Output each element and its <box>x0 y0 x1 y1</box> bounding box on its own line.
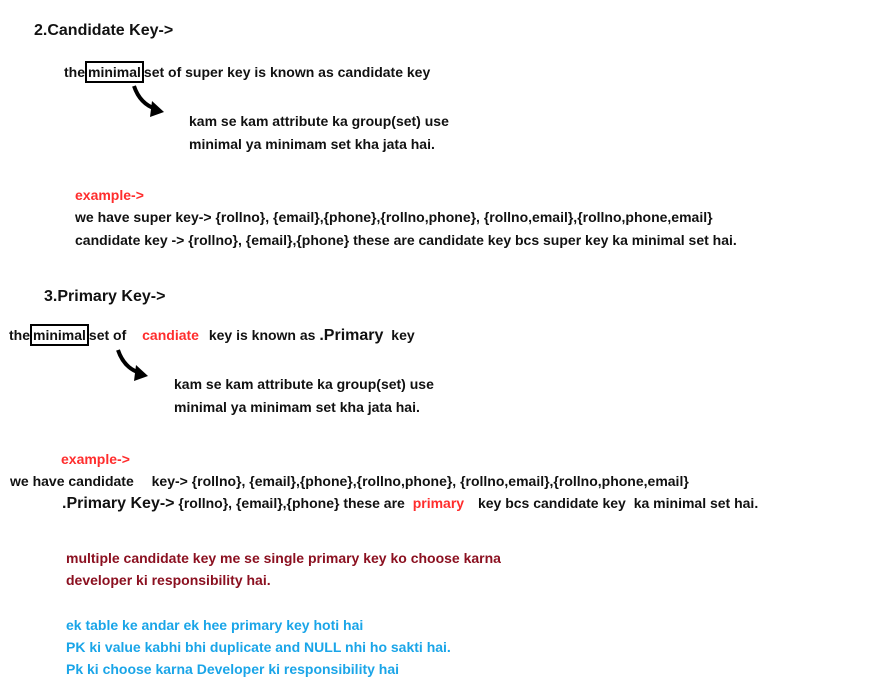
candidate-key-definition: the minimal set of super key is known as c… <box>64 61 430 83</box>
primary-key-definition: the minimal set of candiate key is known a… <box>9 324 415 346</box>
example-key-list: key-> {rollno}, {email},{phone},{rollno,… <box>151 473 689 489</box>
blue-note-line1: ek table ke andar ek hee primary key hot… <box>66 617 364 633</box>
blue-note-line3: Pk ki choose karna Developer ki responsi… <box>66 661 400 677</box>
primary-note-line1: kam se kam attribute ka group(set) use <box>174 376 434 392</box>
example-candidate-key: candidate key <box>533 495 626 511</box>
example-key-bcs: key bcs <box>477 495 530 511</box>
definition-prefix: the <box>64 64 85 80</box>
blue-note-line2: PK ki value kabhi bhi duplicate and NULL… <box>66 639 451 655</box>
definition-end: key <box>391 327 415 343</box>
primary-example-line1: we have candidate key-> {rollno}, {email… <box>10 472 689 490</box>
darkred-note-line2: developer ki responsibility hai. <box>66 572 271 588</box>
definition-primary-word: .Primary <box>319 327 384 344</box>
example-minimal-set: ka minimal set hai. <box>633 495 759 511</box>
candidate-example-line2: candidate key -> {rollno}, {email},{phon… <box>75 232 737 248</box>
curved-arrow-icon <box>116 349 148 381</box>
example-primary-key: .Primary Key-> <box>62 495 175 512</box>
definition-suffix: set of super key is known as candidate k… <box>143 64 431 80</box>
definition-mid: set of <box>88 327 127 343</box>
primary-note-line2: minimal ya minimam set kha jata hai. <box>174 399 420 415</box>
definition-prefix: the <box>9 327 30 343</box>
red-word-candiate: candiate <box>142 327 199 343</box>
example-candidate: candidate <box>68 473 134 489</box>
notes-page: 2.Candidate Key-> the minimal set of super… <box>0 0 877 687</box>
example-we-have: we have <box>10 473 65 489</box>
candidate-key-heading: 2.Candidate Key-> <box>34 22 174 39</box>
example-red-primary: primary <box>412 495 465 511</box>
candidate-note-line2: minimal ya minimam set kha jata hai. <box>189 136 435 152</box>
primary-example-label: example-> <box>61 451 130 467</box>
definition-after: key is known as <box>208 327 316 343</box>
boxed-word-minimal: minimal <box>30 324 89 346</box>
boxed-word-minimal: minimal <box>85 61 144 83</box>
curved-arrow-icon <box>132 85 164 117</box>
candidate-example-label: example-> <box>75 187 144 203</box>
darkred-note-line1: multiple candidate key me se single prim… <box>66 550 501 566</box>
candidate-note-line1: kam se kam attribute ka group(set) use <box>189 113 449 129</box>
example-key-values: {rollno}, {email},{phone} these are <box>178 495 405 511</box>
candidate-example-line1: we have super key-> {rollno}, {email},{p… <box>75 209 713 225</box>
primary-key-heading: 3.Primary Key-> <box>44 288 166 305</box>
primary-example-line2: .Primary Key-> {rollno}, {email},{phone}… <box>62 494 758 513</box>
